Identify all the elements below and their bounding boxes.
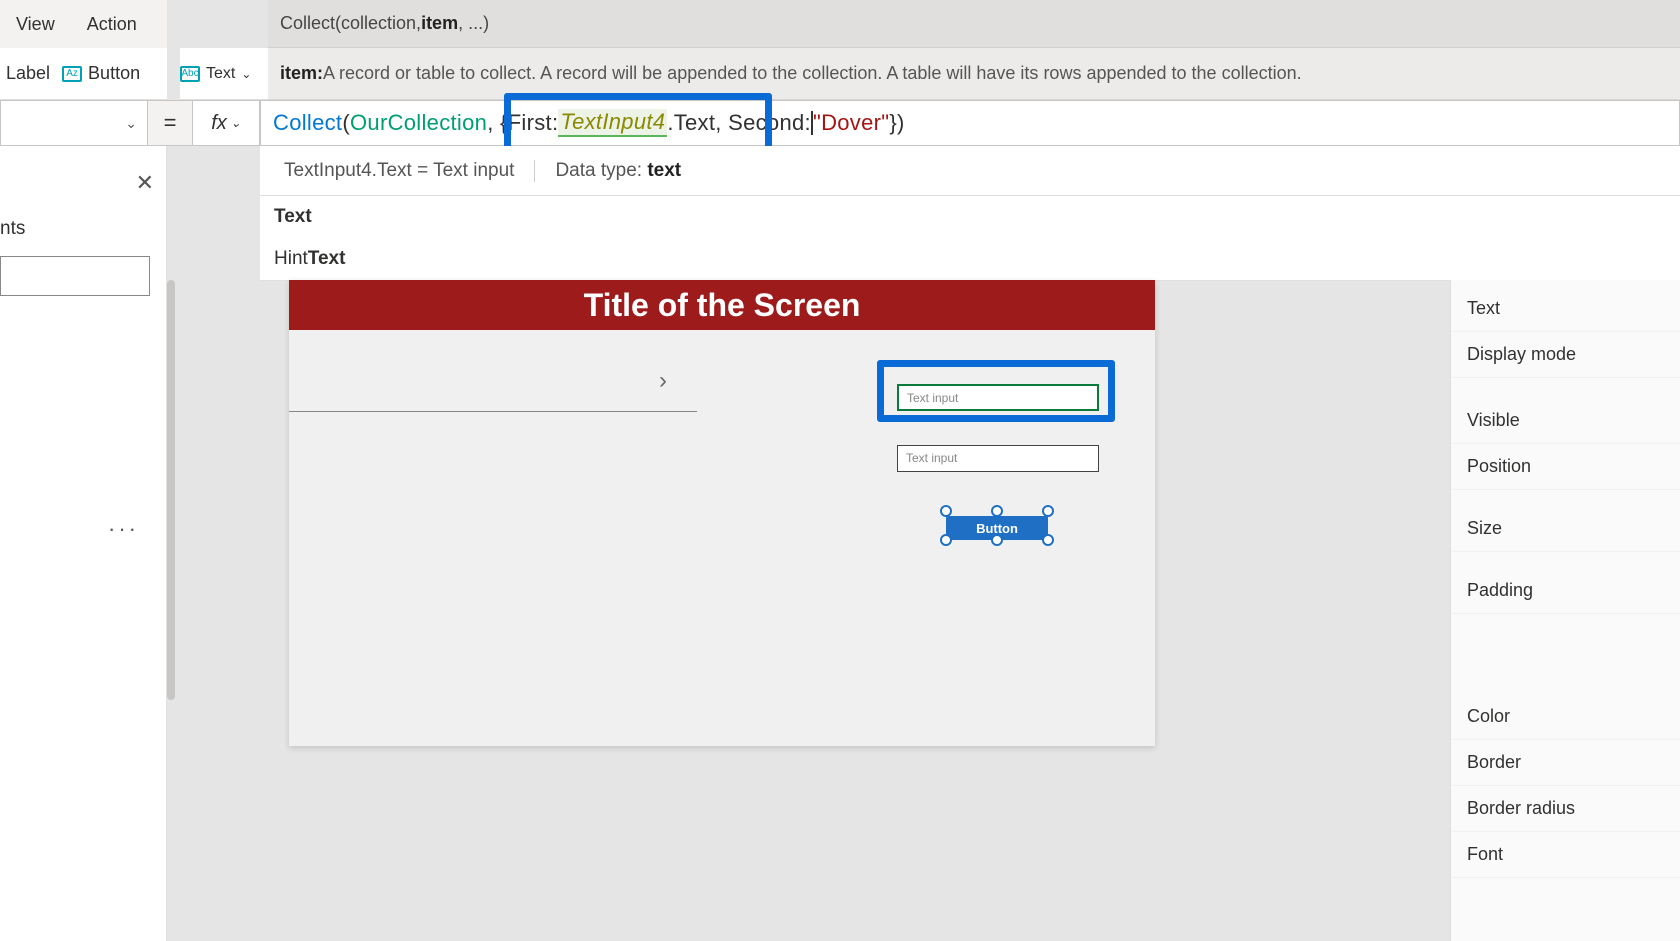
chevron-down-icon: ⌄ xyxy=(241,67,251,81)
tok-quote: " xyxy=(813,110,821,136)
tok-key-first: First: xyxy=(508,110,559,136)
prop-displaymode[interactable]: Display mode xyxy=(1451,332,1680,378)
tok-function: Collect xyxy=(273,110,342,136)
sig-suffix: , ...) xyxy=(458,13,489,34)
search-input[interactable] xyxy=(0,256,150,296)
prop-position[interactable]: Position xyxy=(1451,444,1680,490)
tok-prop: .Text, xyxy=(667,110,721,136)
property-selector[interactable]: ⌄ xyxy=(0,100,148,146)
scrollbar[interactable] xyxy=(167,280,175,700)
tok-key-second: Second: xyxy=(728,110,811,136)
prop-visible[interactable]: Visible xyxy=(1451,398,1680,444)
tok-end: }) xyxy=(889,110,904,136)
formula-bar[interactable]: Collect ( OurCollection , { First: TextI… xyxy=(260,100,1680,146)
text-icon: Abc xyxy=(180,66,200,82)
ribbon: Label Az Button xyxy=(0,48,167,100)
fx-button[interactable]: fx ⌄ xyxy=(192,100,260,146)
tok-collection: OurCollection xyxy=(350,110,487,136)
chevron-right-icon: › xyxy=(659,367,667,395)
tok-brace: { xyxy=(500,110,508,136)
app-canvas: Title of the Screen › Text input Text in… xyxy=(289,280,1155,746)
prop-border[interactable]: Border xyxy=(1451,740,1680,786)
gallery-row[interactable]: › xyxy=(289,350,697,412)
function-signature: Collect(collection, item , ...) xyxy=(268,0,1680,48)
tok-paren: ( xyxy=(342,110,350,136)
resize-handle[interactable] xyxy=(991,534,1003,546)
text-input-1[interactable]: Text input xyxy=(897,384,1099,411)
text-label: Text xyxy=(206,65,235,83)
menu-tabs: View Action xyxy=(0,0,167,48)
resize-handle[interactable] xyxy=(940,534,952,546)
tree-view-panel: ✕ nts ··· xyxy=(0,146,167,941)
resize-handle[interactable] xyxy=(991,505,1003,517)
tree-item-selected[interactable]: ··· xyxy=(0,511,167,547)
chevron-down-icon: ⌄ xyxy=(231,116,241,130)
button-icon: Az xyxy=(62,66,82,82)
tok-string: Dover" xyxy=(821,110,889,136)
close-icon[interactable]: ✕ xyxy=(136,170,154,196)
properties-panel: Text Display mode Visible Position Size … xyxy=(1450,280,1680,941)
text-input-2[interactable]: Text input xyxy=(897,445,1099,472)
panel-title-suffix: nts xyxy=(0,218,25,240)
suggest-item-text[interactable]: Text xyxy=(260,196,1680,238)
info-type-value: text xyxy=(647,160,681,181)
prop-color[interactable]: Color xyxy=(1451,694,1680,740)
param-name: item: xyxy=(280,63,323,84)
prop-size[interactable]: Size xyxy=(1451,506,1680,552)
info-type-label: Data type: xyxy=(555,160,647,181)
insert-text[interactable]: Abc Text ⌄ xyxy=(180,48,268,100)
resize-handle[interactable] xyxy=(940,505,952,517)
info-segment-type: Data type: text xyxy=(555,160,681,182)
tok-control-ref: TextInput4 xyxy=(558,109,667,137)
tab-view[interactable]: View xyxy=(0,14,71,35)
formula-info-bar: TextInput4.Text = Text input Data type: … xyxy=(260,146,1680,196)
resize-handle[interactable] xyxy=(1042,534,1054,546)
equals-cell: = xyxy=(148,100,192,146)
prop-text[interactable]: Text xyxy=(1451,286,1680,332)
info-value: Text input xyxy=(433,160,514,181)
intellisense-dropdown: Text HintText xyxy=(260,196,1680,281)
resize-handle[interactable] xyxy=(1042,505,1054,517)
info-expr: TextInput4.Text = xyxy=(284,160,433,181)
prop-padding[interactable]: Padding xyxy=(1451,568,1680,614)
insert-button[interactable]: Az Button xyxy=(62,63,140,84)
sig-prefix: Collect(collection, xyxy=(280,13,421,34)
info-segment-value: TextInput4.Text = Text input xyxy=(284,160,535,182)
prop-borderradius[interactable]: Border radius xyxy=(1451,786,1680,832)
screen-title-header: Title of the Screen xyxy=(289,280,1155,330)
sig-current-param: item xyxy=(421,13,458,34)
suggest-item-hinttext[interactable]: HintText xyxy=(260,238,1680,280)
button-text: Button xyxy=(88,63,140,84)
param-description: item: A record or table to collect. A re… xyxy=(268,48,1680,100)
param-desc: A record or table to collect. A record w… xyxy=(323,63,1302,84)
chevron-down-icon: ⌄ xyxy=(125,115,137,132)
tab-action[interactable]: Action xyxy=(71,14,153,35)
fx-label: fx xyxy=(211,112,227,135)
prop-font[interactable]: Font xyxy=(1451,832,1680,878)
label-text: Label xyxy=(6,63,50,84)
insert-label[interactable]: Label xyxy=(6,63,50,84)
